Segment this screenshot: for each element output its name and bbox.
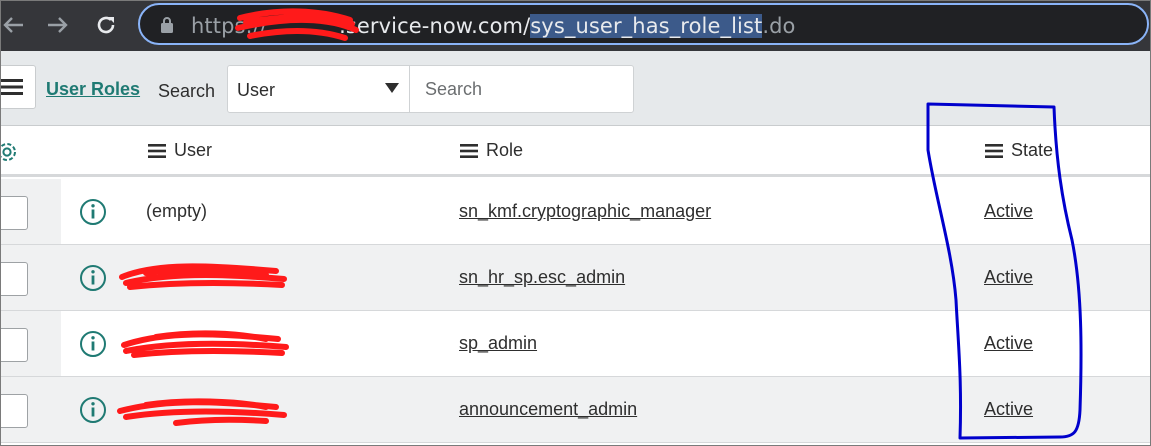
column-role-label: Role: [486, 140, 524, 160]
caret-down-icon: [385, 83, 399, 93]
column-header-row: User Role State: [0, 127, 1151, 177]
column-menu-icon[interactable]: [460, 143, 478, 158]
redaction-scribble: [117, 398, 287, 426]
gear-icon[interactable]: [0, 139, 20, 165]
url-scheme: https://: [191, 14, 268, 38]
table-row: sp_admin Active: [0, 311, 1151, 377]
reload-button[interactable]: [92, 10, 120, 40]
arrow-right-icon: [48, 17, 68, 33]
arrow-left-icon: [3, 17, 23, 33]
browser-toolbar: https:// .service-now.com/sys_user_has_ro…: [0, 0, 1151, 51]
row-checkbox[interactable]: [0, 262, 28, 296]
table-row: (empty) sn_kmf.cryptographic_manager Act…: [0, 179, 1151, 245]
list-title-link[interactable]: User Roles: [46, 79, 140, 100]
search-field-select[interactable]: User: [227, 65, 410, 113]
forward-button[interactable]: [44, 10, 72, 40]
role-link[interactable]: announcement_admin: [459, 399, 637, 420]
info-icon[interactable]: [79, 396, 107, 424]
column-menu-icon[interactable]: [985, 143, 1003, 158]
column-role[interactable]: Role: [460, 140, 523, 161]
url-domain: .service-now.com/: [339, 14, 531, 38]
hamburger-icon: [1, 79, 23, 95]
column-user-label: User: [174, 140, 213, 160]
role-link[interactable]: sn_kmf.cryptographic_manager: [459, 201, 711, 222]
state-link[interactable]: Active: [984, 399, 1033, 420]
role-link[interactable]: sn_hr_sp.esc_admin: [459, 267, 625, 288]
search-label: Search: [158, 81, 216, 101]
reload-icon: [97, 16, 115, 34]
address-bar[interactable]: https:// .service-now.com/sys_user_has_ro…: [138, 3, 1149, 45]
state-link[interactable]: Active: [984, 267, 1033, 288]
column-user[interactable]: User: [148, 140, 212, 161]
table-row: announcement_admin Active: [0, 377, 1151, 443]
redaction-scribble: [121, 330, 289, 358]
row-checkbox[interactable]: [0, 328, 28, 362]
back-button[interactable]: [0, 10, 26, 40]
url-selection: sys_user_has_role_list: [530, 14, 763, 38]
column-state-label: State: [1011, 140, 1054, 160]
column-state[interactable]: State: [985, 140, 1053, 161]
column-menu-icon[interactable]: [148, 143, 166, 158]
search-field-value: User: [237, 80, 276, 100]
redaction-scribble: [119, 263, 287, 290]
list-header: User Roles Search User: [0, 51, 1151, 126]
url-text: https:// .service-now.com/sys_user_has_ro…: [191, 14, 795, 38]
role-link[interactable]: sp_admin: [459, 333, 537, 354]
info-icon[interactable]: [79, 330, 107, 358]
info-icon[interactable]: [79, 198, 107, 226]
state-link[interactable]: Active: [984, 201, 1033, 222]
table-row: sn_hr_sp.esc_admin Active: [0, 245, 1151, 311]
row-checkbox[interactable]: [0, 196, 28, 230]
url-tail: .do: [762, 14, 796, 38]
user-cell: (empty): [146, 201, 208, 221]
lock-icon: [161, 17, 173, 33]
list-menu-button[interactable]: [0, 65, 36, 109]
info-icon[interactable]: [79, 264, 107, 292]
state-link[interactable]: Active: [984, 333, 1033, 354]
search-input[interactable]: [409, 65, 634, 113]
row-checkbox[interactable]: [0, 394, 28, 428]
